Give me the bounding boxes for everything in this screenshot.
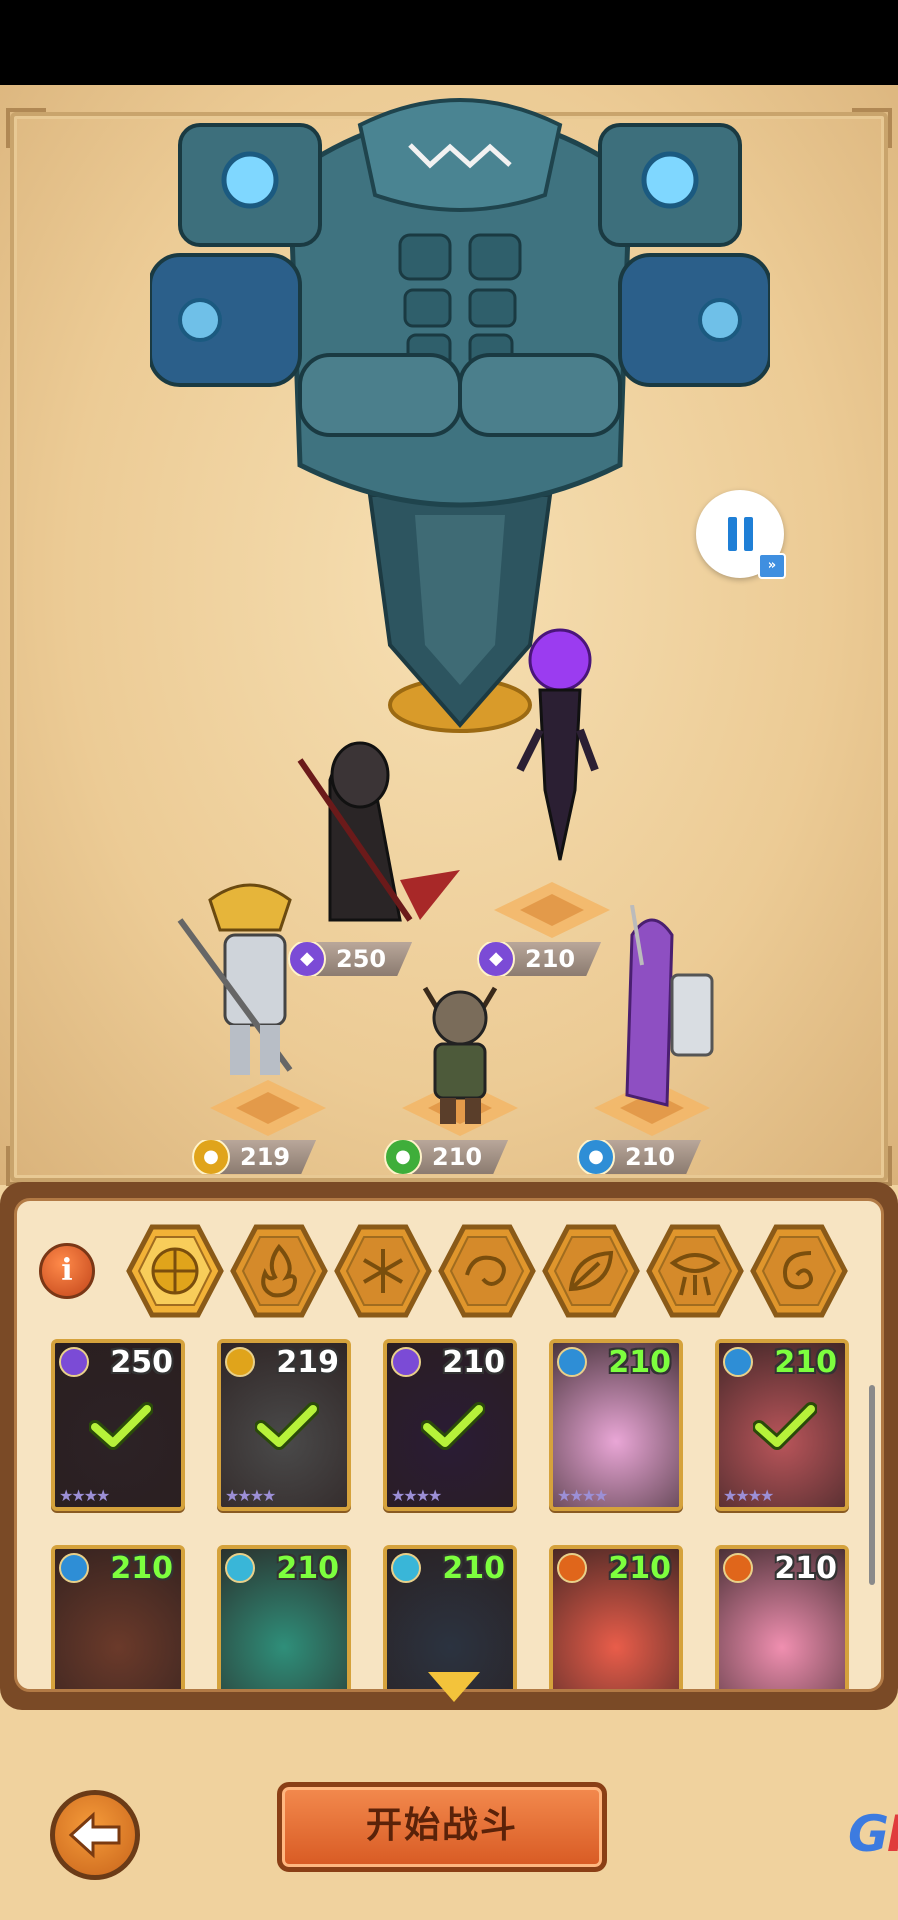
checkmark-icon [89, 1402, 153, 1450]
checkmark-icon [421, 1402, 485, 1450]
hero-power-tag: ● 219 [192, 1140, 317, 1174]
power-value: 219 [240, 1143, 291, 1171]
water-swirl-icon [438, 1224, 536, 1318]
light-element-icon: ● [192, 1140, 230, 1174]
water-element-icon [557, 1347, 587, 1377]
dark-eye-icon [646, 1224, 744, 1318]
hero-power: 210 [774, 1551, 837, 1586]
checkmark-icon [255, 1402, 319, 1450]
hero-power: 210 [608, 1551, 671, 1586]
hero-card[interactable]: 210 [549, 1545, 683, 1689]
fast-forward-icon[interactable]: » [758, 553, 786, 579]
fire-icon [230, 1224, 328, 1318]
power-value: 210 [525, 945, 576, 973]
power-value: 210 [625, 1143, 676, 1171]
frame-corner [852, 108, 892, 148]
hero-card[interactable]: 210 [715, 1545, 849, 1689]
hero-power: 210 [774, 1345, 837, 1380]
info-button[interactable]: i [39, 1243, 95, 1299]
hero-mech-knight[interactable] [170, 880, 330, 1090]
hero-power-tag: ◆ 250 [288, 942, 413, 976]
filter-nature[interactable] [541, 1223, 641, 1319]
game-screen: » ◆ 250 ◆ 210 ● 219 ● 210 ● 210 i 250 ★★… [0, 0, 898, 1920]
filter-dark[interactable] [645, 1223, 745, 1319]
water-element-icon: ● [577, 1140, 615, 1174]
dark-element-icon [391, 1347, 421, 1377]
leaf-icon [542, 1224, 640, 1318]
dark-element-icon: ◆ [288, 942, 326, 976]
start-battle-button[interactable]: 开始战斗 [277, 1782, 607, 1872]
hero-selection-inner: i 250 ★★★★ 219 ★★★★ 210 ★★★★ 210 ★★★★ 210 ★★★★ 210… [14, 1198, 884, 1692]
back-arrow-icon [68, 1811, 121, 1859]
nature-element-icon: ● [384, 1140, 422, 1174]
hero-card[interactable]: 210 [383, 1545, 517, 1689]
star-rating: ★★★★ [225, 1486, 276, 1505]
hero-card[interactable]: 219 ★★★★ [217, 1339, 351, 1511]
power-value: 210 [432, 1143, 483, 1171]
hero-power: 210 [442, 1551, 505, 1586]
hero-power: 210 [608, 1345, 671, 1380]
ice-element-icon [225, 1553, 255, 1583]
scrollbar[interactable] [869, 1385, 875, 1585]
watermark-logo: GK [848, 1805, 898, 1863]
stone-golem-boss [150, 98, 770, 733]
water-element-icon [59, 1553, 89, 1583]
filter-all[interactable] [125, 1223, 225, 1319]
scroll-down-arrow-icon[interactable] [428, 1672, 480, 1702]
hero-power: 219 [276, 1345, 339, 1380]
hero-card[interactable]: 210 ★★★★ [715, 1339, 849, 1511]
light-swirl-icon [750, 1224, 848, 1318]
light-element-icon [225, 1347, 255, 1377]
hero-card[interactable]: 250 ★★★★ [51, 1339, 185, 1511]
frame-corner [6, 1146, 46, 1186]
hero-purple-hair-maiden[interactable] [612, 905, 732, 1135]
filter-light[interactable] [749, 1223, 849, 1319]
filter-water[interactable] [437, 1223, 537, 1319]
hero-card[interactable]: 210 [51, 1545, 185, 1689]
water-element-icon [723, 1347, 753, 1377]
ice-element-icon [391, 1553, 421, 1583]
filter-ice[interactable] [333, 1223, 433, 1319]
hero-selection-panel: i 250 ★★★★ 219 ★★★★ 210 ★★★★ 210 ★★★★ 210 ★★★★ 210… [0, 1182, 898, 1710]
back-button[interactable] [50, 1790, 140, 1880]
hero-power-tag: ● 210 [384, 1140, 509, 1174]
star-rating: ★★★★ [557, 1486, 608, 1505]
filter-fire[interactable] [229, 1223, 329, 1319]
status-bar [0, 0, 898, 85]
hero-card[interactable]: 210 [217, 1545, 351, 1689]
hero-power: 210 [442, 1345, 505, 1380]
frame-corner [852, 1146, 892, 1186]
dark-element-icon: ◆ [477, 942, 515, 976]
fire-element-icon [723, 1553, 753, 1583]
dark-element-icon [59, 1347, 89, 1377]
all-elements-icon [126, 1224, 224, 1318]
hero-dark-sorceress[interactable] [500, 620, 610, 870]
formation-slot[interactable] [492, 880, 612, 940]
star-rating: ★★★★ [391, 1486, 442, 1505]
snowflake-icon [334, 1224, 432, 1318]
checkmark-icon [753, 1402, 817, 1450]
star-rating: ★★★★ [59, 1486, 110, 1505]
hero-power-tag: ◆ 210 [477, 942, 602, 976]
hero-card[interactable]: 210 ★★★★ [383, 1339, 517, 1511]
hero-power: 210 [276, 1551, 339, 1586]
hero-horned-warrior[interactable] [415, 978, 505, 1128]
power-value: 250 [336, 945, 387, 973]
hero-card[interactable]: 210 ★★★★ [549, 1339, 683, 1511]
pause-icon [727, 517, 753, 551]
hero-power: 250 [110, 1345, 173, 1380]
fire-element-icon [557, 1553, 587, 1583]
star-rating: ★★★★ [723, 1486, 774, 1505]
frame-corner [6, 108, 46, 148]
hero-power-tag: ● 210 [577, 1140, 702, 1174]
hero-power: 210 [110, 1551, 173, 1586]
